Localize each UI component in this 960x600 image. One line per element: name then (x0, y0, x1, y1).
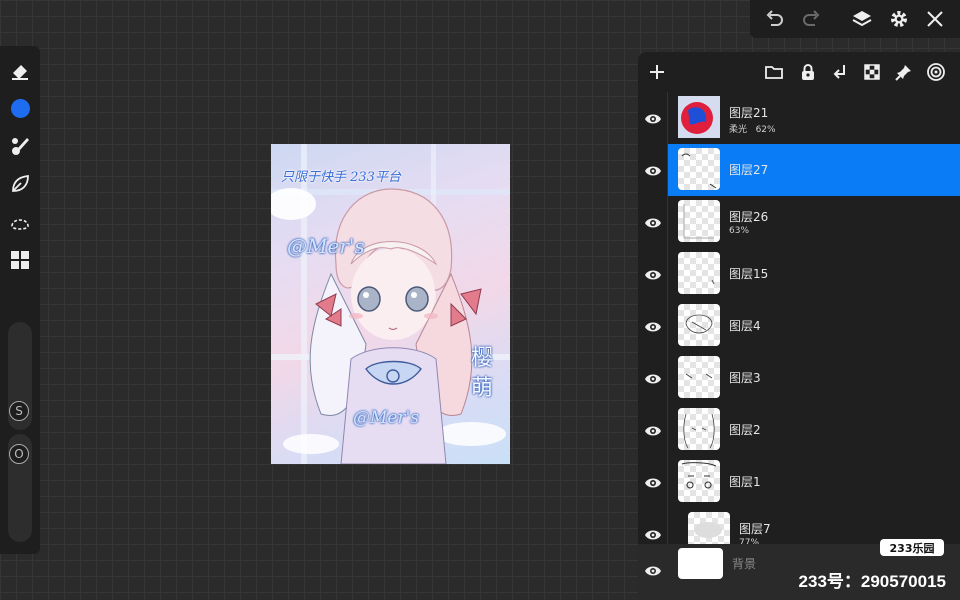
layer-blend-opacity: 柔光 62% (729, 125, 776, 135)
layers-panel: 图层21 柔光 62% 图层27 图层26 63% 图层15 图层4 图层3 图层2 图层1 图层7… (638, 52, 960, 600)
eye-icon[interactable] (644, 423, 662, 441)
layer-thumbnail (678, 408, 720, 450)
top-right-bar (750, 0, 960, 38)
redo-icon[interactable] (800, 7, 824, 31)
layer-row[interactable]: 图层3 (645, 352, 960, 404)
eye-icon[interactable] (644, 527, 662, 545)
left-toolbar: S O (0, 46, 40, 554)
add-layer-icon[interactable] (645, 60, 669, 84)
layer-thumbnail (678, 304, 720, 346)
layers-icon[interactable] (850, 7, 874, 31)
layer-thumbnail (678, 356, 720, 398)
layer-row[interactable]: 图层2 (645, 404, 960, 456)
smudge-leaf-icon[interactable] (8, 172, 32, 196)
background-thumbnail (678, 548, 723, 579)
layers-panel-header (638, 52, 960, 92)
pin-icon[interactable] (892, 60, 916, 84)
layer-name: 图层7 (739, 522, 771, 536)
layer-thumbnail (678, 252, 720, 294)
layer-thumbnail (678, 96, 720, 138)
layer-list-divider (667, 92, 668, 544)
color-swatch-icon[interactable] (8, 96, 32, 120)
layer-name: 图层21 (729, 106, 769, 120)
layer-name: 图层2 (729, 423, 761, 437)
lock-icon[interactable] (796, 60, 820, 84)
drawing-canvas[interactable]: 只限于快手 233平台 @Mer's @Mer's 樱萌 (271, 144, 510, 464)
layer-name: 图层26 (729, 210, 769, 224)
eye-icon[interactable] (644, 475, 662, 493)
close-icon[interactable] (923, 7, 947, 31)
layer-name: 图层3 (729, 371, 761, 385)
eye-icon[interactable] (644, 319, 662, 337)
watermark-id: 233号：290570015 (798, 572, 946, 591)
layer-row[interactable]: 图层4 (645, 300, 960, 352)
eye-icon[interactable] (644, 371, 662, 389)
undo-icon[interactable] (762, 7, 786, 31)
layer-blend-opacity: 63% (729, 226, 750, 236)
watermark-logo-text: 233乐园 (880, 539, 944, 556)
eye-icon[interactable] (644, 267, 662, 285)
eye-icon[interactable] (644, 163, 662, 181)
layer-row[interactable]: 图层27 (645, 144, 960, 196)
layer-row[interactable]: 图层1 (645, 456, 960, 508)
opacity-badge[interactable]: O (9, 444, 29, 464)
layer-row[interactable]: 图层26 63% (645, 196, 960, 248)
eye-icon[interactable] (644, 111, 662, 129)
artwork-title-text: 只限于快手 233平台 (281, 170, 401, 185)
layer-thumbnail (678, 200, 720, 242)
size-badge[interactable]: S (9, 401, 29, 421)
adjust-grid-icon[interactable] (8, 248, 32, 272)
target-icon[interactable] (924, 60, 948, 84)
eye-icon[interactable] (644, 563, 662, 582)
eye-icon[interactable] (644, 215, 662, 233)
lasso-icon[interactable] (8, 210, 32, 234)
layer-thumbnail (678, 460, 720, 502)
settings-icon[interactable] (887, 7, 911, 31)
layer-name: 图层1 (729, 475, 761, 489)
layer-name: 图层27 (729, 163, 769, 177)
transparency-icon[interactable] (860, 60, 884, 84)
artwork-side-text: 樱萌 (471, 346, 494, 401)
layer-thumbnail (678, 148, 720, 190)
background-layer-name: 背景 (732, 557, 757, 571)
brush-icon[interactable] (8, 134, 32, 158)
layer-row[interactable]: 图层21 柔光 62% (645, 92, 960, 144)
folder-icon[interactable] (762, 60, 786, 84)
artwork-signature-bottom: @Mer's (353, 408, 419, 428)
watermark-logo: 233乐园 (874, 539, 944, 557)
artwork-signature-top: @Mer's (287, 234, 365, 258)
layer-name: 图层4 (729, 319, 761, 333)
merge-down-icon[interactable] (828, 60, 852, 84)
layer-row[interactable]: 图层15 (645, 248, 960, 300)
eraser-icon[interactable] (8, 58, 32, 82)
layer-name: 图层15 (729, 267, 769, 281)
